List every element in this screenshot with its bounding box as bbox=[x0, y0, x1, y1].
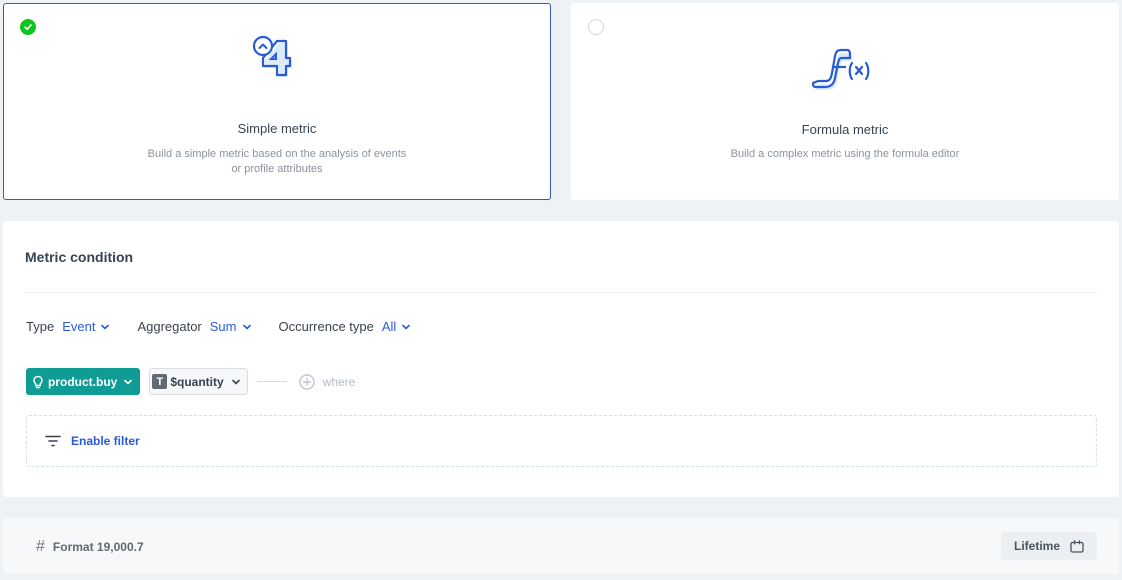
formula-metric-card[interactable]: Formula metric Build a complex metric us… bbox=[571, 3, 1119, 200]
format-label: Format 19,000.7 bbox=[52, 540, 144, 554]
occurrence-type-label: Occurrence type bbox=[278, 319, 374, 334]
occurrence-type-dropdown[interactable]: Occurrence type All bbox=[279, 319, 411, 334]
simple-metric-card[interactable]: Simple metric Build a simple metric base… bbox=[3, 3, 551, 200]
event-bulb-icon bbox=[33, 375, 43, 388]
event-expression-row: product.buy T $quantity where bbox=[26, 368, 355, 395]
aggregator-dropdown[interactable]: Aggregator Sum bbox=[137, 319, 251, 334]
text-type-icon: T bbox=[152, 374, 168, 389]
formula-metric-title: Formula metric bbox=[801, 122, 889, 137]
event-chip-label: product.buy bbox=[48, 374, 118, 389]
calendar-icon bbox=[1070, 539, 1084, 553]
connector-line bbox=[256, 381, 287, 382]
type-value[interactable]: Event bbox=[62, 319, 95, 334]
filter-icon bbox=[45, 435, 61, 447]
formula-metric-description: Build a complex metric using the formula… bbox=[730, 148, 960, 160]
metric-condition-title: Metric condition bbox=[25, 249, 134, 265]
chevron-down-icon bbox=[124, 379, 133, 385]
metric-condition-panel: Metric condition Type Event Aggregator S… bbox=[3, 221, 1119, 497]
simple-metric-title: Simple metric bbox=[237, 121, 317, 136]
metric-options-bar: # Format 19,000.7 Lifetime bbox=[3, 518, 1119, 574]
chevron-down-icon bbox=[101, 324, 110, 330]
occurrence-type-value[interactable]: All bbox=[382, 319, 396, 334]
filter-area: Enable filter bbox=[26, 415, 1097, 467]
aggregator-label: Aggregator bbox=[137, 319, 202, 334]
unselected-radio-icon[interactable] bbox=[588, 19, 604, 35]
add-where-button[interactable]: where bbox=[298, 373, 356, 390]
simple-metric-illustration-icon bbox=[249, 32, 305, 93]
chevron-down-icon bbox=[242, 324, 251, 330]
simple-metric-description: Build a simple metric based on the analy… bbox=[147, 148, 407, 175]
format-selector[interactable]: # Format 19,000.7 bbox=[36, 538, 144, 556]
parameter-chip[interactable]: T $quantity bbox=[149, 368, 248, 395]
date-range-button[interactable]: Lifetime bbox=[1001, 532, 1097, 560]
chevron-down-icon bbox=[402, 324, 411, 330]
enable-filter-button[interactable]: Enable filter bbox=[45, 434, 140, 448]
hash-icon: # bbox=[36, 538, 45, 555]
enable-filter-label: Enable filter bbox=[71, 434, 140, 448]
selected-check-icon[interactable] bbox=[20, 19, 36, 35]
divider bbox=[25, 292, 1097, 293]
type-label: Type bbox=[26, 319, 55, 334]
parameter-chip-label: $quantity bbox=[170, 374, 224, 389]
chevron-down-icon bbox=[231, 379, 240, 385]
condition-selectors: Type Event Aggregator Sum Occurrence typ… bbox=[26, 319, 438, 334]
aggregator-value[interactable]: Sum bbox=[210, 319, 237, 334]
formula-metric-illustration-icon bbox=[811, 37, 878, 98]
date-range-label: Lifetime bbox=[1013, 539, 1060, 553]
plus-circle-icon bbox=[298, 373, 315, 390]
type-dropdown[interactable]: Type Event bbox=[26, 319, 110, 334]
where-label: where bbox=[322, 374, 356, 389]
event-chip[interactable]: product.buy bbox=[26, 368, 141, 395]
